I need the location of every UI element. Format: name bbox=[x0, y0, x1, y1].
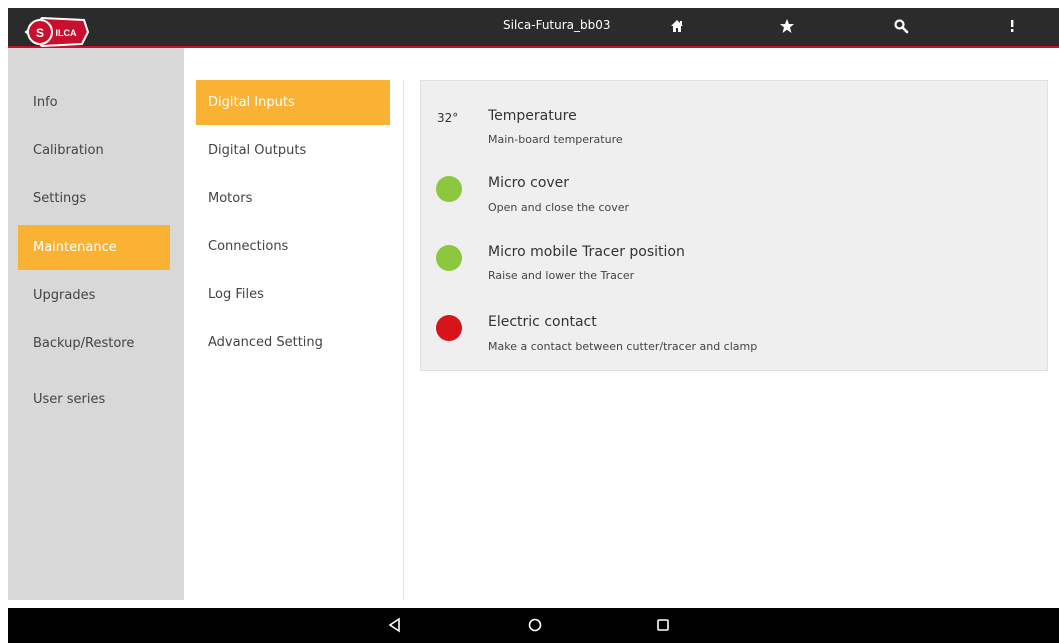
star-icon[interactable] bbox=[779, 18, 795, 34]
tracer-position-desc: Raise and lower the Tracer bbox=[488, 269, 635, 282]
sidebar-item-user-series[interactable]: User series bbox=[18, 377, 170, 422]
tracer-position-status-dot bbox=[436, 245, 462, 271]
sidebar-item-maintenance[interactable]: Maintenance bbox=[18, 225, 170, 270]
recents-icon[interactable] bbox=[653, 615, 673, 635]
top-app-bar: S ILCA Silca-Futura_bb03 bbox=[8, 8, 1059, 48]
temperature-title: Temperature bbox=[488, 108, 577, 124]
sidebar-item-calibration[interactable]: Calibration bbox=[18, 128, 170, 173]
submenu-item-digital-outputs[interactable]: Digital Outputs bbox=[196, 128, 390, 173]
micro-cover-status-dot bbox=[436, 176, 462, 202]
submenu-item-advanced-setting[interactable]: Advanced Setting bbox=[196, 320, 390, 365]
home-circle-icon[interactable] bbox=[525, 615, 545, 635]
maintenance-submenu: Digital Inputs Digital Outputs Motors Co… bbox=[188, 48, 403, 600]
micro-cover-desc: Open and close the cover bbox=[488, 201, 630, 214]
search-icon[interactable] bbox=[893, 18, 909, 34]
electric-contact-title: Electric contact bbox=[488, 314, 597, 330]
digital-inputs-panel: 32° Temperature Main-board temperature M… bbox=[420, 80, 1048, 371]
sidebar-item-settings[interactable]: Settings bbox=[18, 176, 170, 221]
submenu-item-connections[interactable]: Connections bbox=[196, 224, 390, 269]
svg-text:ILCA: ILCA bbox=[56, 28, 77, 38]
electric-contact-status-dot bbox=[436, 315, 462, 341]
temperature-desc: Main-board temperature bbox=[488, 133, 623, 146]
app-window: S ILCA Silca-Futura_bb03 Info Calibratio… bbox=[8, 8, 1059, 643]
system-navigation-bar bbox=[8, 608, 1059, 643]
submenu-item-digital-inputs[interactable]: Digital Inputs bbox=[196, 80, 390, 125]
back-icon[interactable] bbox=[385, 615, 405, 635]
sidebar-item-upgrades[interactable]: Upgrades bbox=[18, 273, 170, 318]
sidebar-item-backup-restore[interactable]: Backup/Restore bbox=[18, 321, 170, 366]
column-divider bbox=[403, 80, 404, 600]
tracer-position-title: Micro mobile Tracer position bbox=[488, 244, 685, 260]
more-vert-icon[interactable] bbox=[1004, 18, 1020, 34]
submenu-item-motors[interactable]: Motors bbox=[196, 176, 390, 221]
app-title: Silca-Futura_bb03 bbox=[503, 18, 611, 32]
micro-cover-title: Micro cover bbox=[488, 175, 570, 191]
submenu-item-log-files[interactable]: Log Files bbox=[196, 272, 390, 317]
main-sidebar: Info Calibration Settings Maintenance Up… bbox=[8, 48, 184, 600]
svg-text:S: S bbox=[36, 26, 44, 40]
electric-contact-desc: Make a contact between cutter/tracer and… bbox=[488, 340, 758, 353]
sidebar-item-info[interactable]: Info bbox=[18, 80, 170, 125]
temperature-value: 32° bbox=[437, 111, 459, 125]
home-icon[interactable] bbox=[669, 18, 685, 34]
